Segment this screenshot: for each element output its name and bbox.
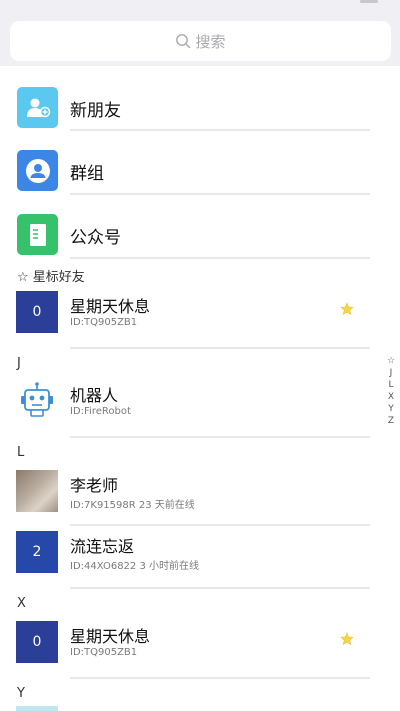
section-header-starred: ☆ 星标好友	[17, 270, 85, 285]
new-friends-item[interactable]: 新朋友	[0, 80, 370, 140]
contact-row[interactable]: 机器人 ID:FireRobot	[0, 373, 370, 443]
star-icon[interactable]	[340, 632, 354, 646]
contact-name: 机器人	[70, 386, 119, 405]
contact-id: ID:FireRobot	[70, 406, 131, 417]
search-placeholder: 搜索	[195, 32, 226, 51]
contact-row[interactable]: 2 流连忘返 ID:44XO6822 3 小时前在线	[0, 524, 370, 594]
avatar: 2	[16, 531, 58, 573]
menu-handle[interactable]	[360, 0, 378, 3]
star-icon[interactable]	[340, 302, 354, 316]
divider	[70, 129, 370, 131]
group-icon	[17, 150, 58, 191]
index-letter[interactable]: X	[388, 391, 394, 403]
contact-id: ID:TQ905ZB1	[70, 317, 138, 328]
robot-icon	[21, 382, 53, 417]
index-letter[interactable]: J	[390, 367, 393, 379]
index-letter[interactable]: L	[388, 379, 393, 391]
divider	[70, 587, 370, 589]
contact-name: 星期天休息	[70, 627, 151, 646]
contact-id: ID:7K91598R 23 天前在线	[70, 500, 195, 511]
groups-label: 群组	[70, 164, 104, 184]
divider	[70, 677, 370, 679]
divider	[70, 347, 370, 349]
contact-name: 流连忘返	[70, 537, 135, 556]
official-account-icon	[17, 214, 58, 255]
alphabet-index[interactable]: ☆ J L X Y Z	[386, 355, 396, 427]
section-header-y: Y	[17, 686, 25, 701]
contact-name: 李老师	[70, 476, 119, 495]
divider	[70, 436, 370, 438]
contact-name: 星期天休息	[70, 297, 151, 316]
official-accounts-label: 公众号	[70, 228, 121, 248]
contact-id: ID:44XO6822 3 小时前在线	[70, 561, 199, 572]
contact-row[interactable]: 0 星期天休息 ID:TQ905ZB1	[0, 284, 370, 354]
avatar	[16, 706, 58, 711]
divider	[70, 193, 370, 195]
avatar: 0	[16, 621, 58, 663]
robot-avatar	[16, 380, 58, 422]
new-friends-label: 新朋友	[70, 101, 121, 121]
avatar: 0	[16, 291, 58, 333]
index-letter[interactable]: Y	[388, 403, 394, 415]
contact-id: ID:TQ905ZB1	[70, 647, 138, 658]
add-friend-icon	[17, 87, 58, 128]
section-header-j: J	[17, 356, 21, 371]
section-header-l: L	[17, 445, 25, 460]
photo-avatar	[16, 470, 58, 512]
index-letter[interactable]: ☆	[387, 355, 395, 367]
contact-row[interactable]: 0 星期天休息 ID:TQ905ZB1	[0, 614, 370, 684]
search-input[interactable]: 搜索	[10, 21, 391, 61]
search-icon	[176, 34, 191, 49]
search-area: 搜索	[0, 0, 400, 66]
contact-row[interactable]: 李老师 ID:7K91598R 23 天前在线	[0, 463, 370, 533]
divider	[70, 257, 370, 259]
section-header-x: X	[17, 596, 26, 611]
index-letter[interactable]: Z	[388, 415, 394, 427]
